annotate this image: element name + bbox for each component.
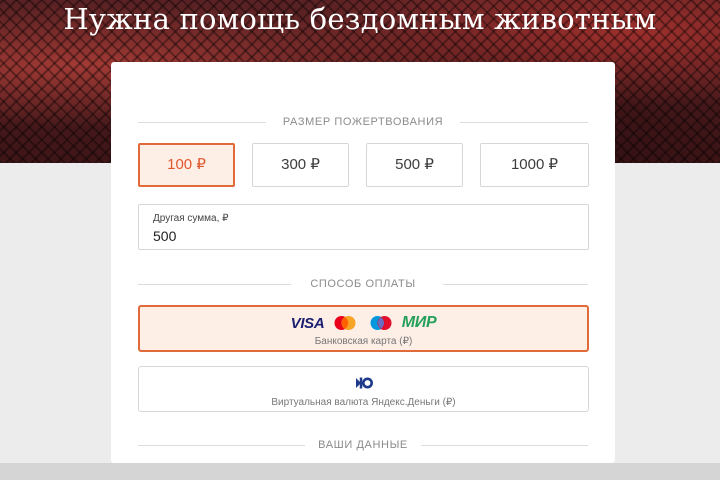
page-title: Нужна помощь бездомным животным xyxy=(63,2,657,36)
other-amount-field[interactable]: Другая сумма, ₽ 500 xyxy=(138,204,589,250)
other-amount-input[interactable]: 500 xyxy=(153,228,176,244)
amount-option-500[interactable]: 500 ₽ xyxy=(366,143,463,187)
page-background-strip xyxy=(0,463,720,480)
payment-option-yandex-money[interactable]: Виртуальная валюта Яндекс.Деньги (₽) xyxy=(138,366,589,412)
donation-form-card: РАЗМЕР ПОЖЕРТВОВАНИЯ 100 ₽ 300 ₽ 500 ₽ 1… xyxy=(111,62,615,463)
section-title-donation-size: РАЗМЕР ПОЖЕРТВОВАНИЯ xyxy=(282,116,444,128)
payment-method-section-header: СПОСОБ ОПЛАТЫ xyxy=(138,277,588,291)
other-amount-label: Другая сумма, ₽ xyxy=(153,213,229,224)
card-logos: VISA МИР xyxy=(140,314,587,332)
amount-options: 100 ₽ 300 ₽ 500 ₽ 1000 ₽ xyxy=(138,143,589,190)
amount-option-300[interactable]: 300 ₽ xyxy=(252,143,349,187)
your-data-section-header: ВАШИ ДАННЫЕ xyxy=(138,438,588,452)
visa-logo: VISA xyxy=(290,314,325,332)
yandex-money-icon xyxy=(355,377,373,389)
section-title-payment-method: СПОСОБ ОПЛАТЫ xyxy=(310,278,416,290)
section-title-your-data: ВАШИ ДАННЫЕ xyxy=(318,439,408,451)
yandex-money-logo xyxy=(139,374,588,392)
payment-option-bank-card[interactable]: VISA МИР Банковская карта (₽) xyxy=(138,305,589,352)
amount-option-100[interactable]: 100 ₽ xyxy=(138,143,235,187)
yandex-money-caption: Виртуальная валюта Яндекс.Деньги (₽) xyxy=(271,397,456,408)
mir-logo: МИР xyxy=(401,314,437,331)
amount-option-1000[interactable]: 1000 ₽ xyxy=(480,143,589,187)
bank-card-caption: Банковская карта (₽) xyxy=(314,336,413,347)
mastercard-icon xyxy=(334,316,356,330)
maestro-icon xyxy=(370,316,392,330)
donation-size-section-header: РАЗМЕР ПОЖЕРТВОВАНИЯ xyxy=(138,115,588,129)
